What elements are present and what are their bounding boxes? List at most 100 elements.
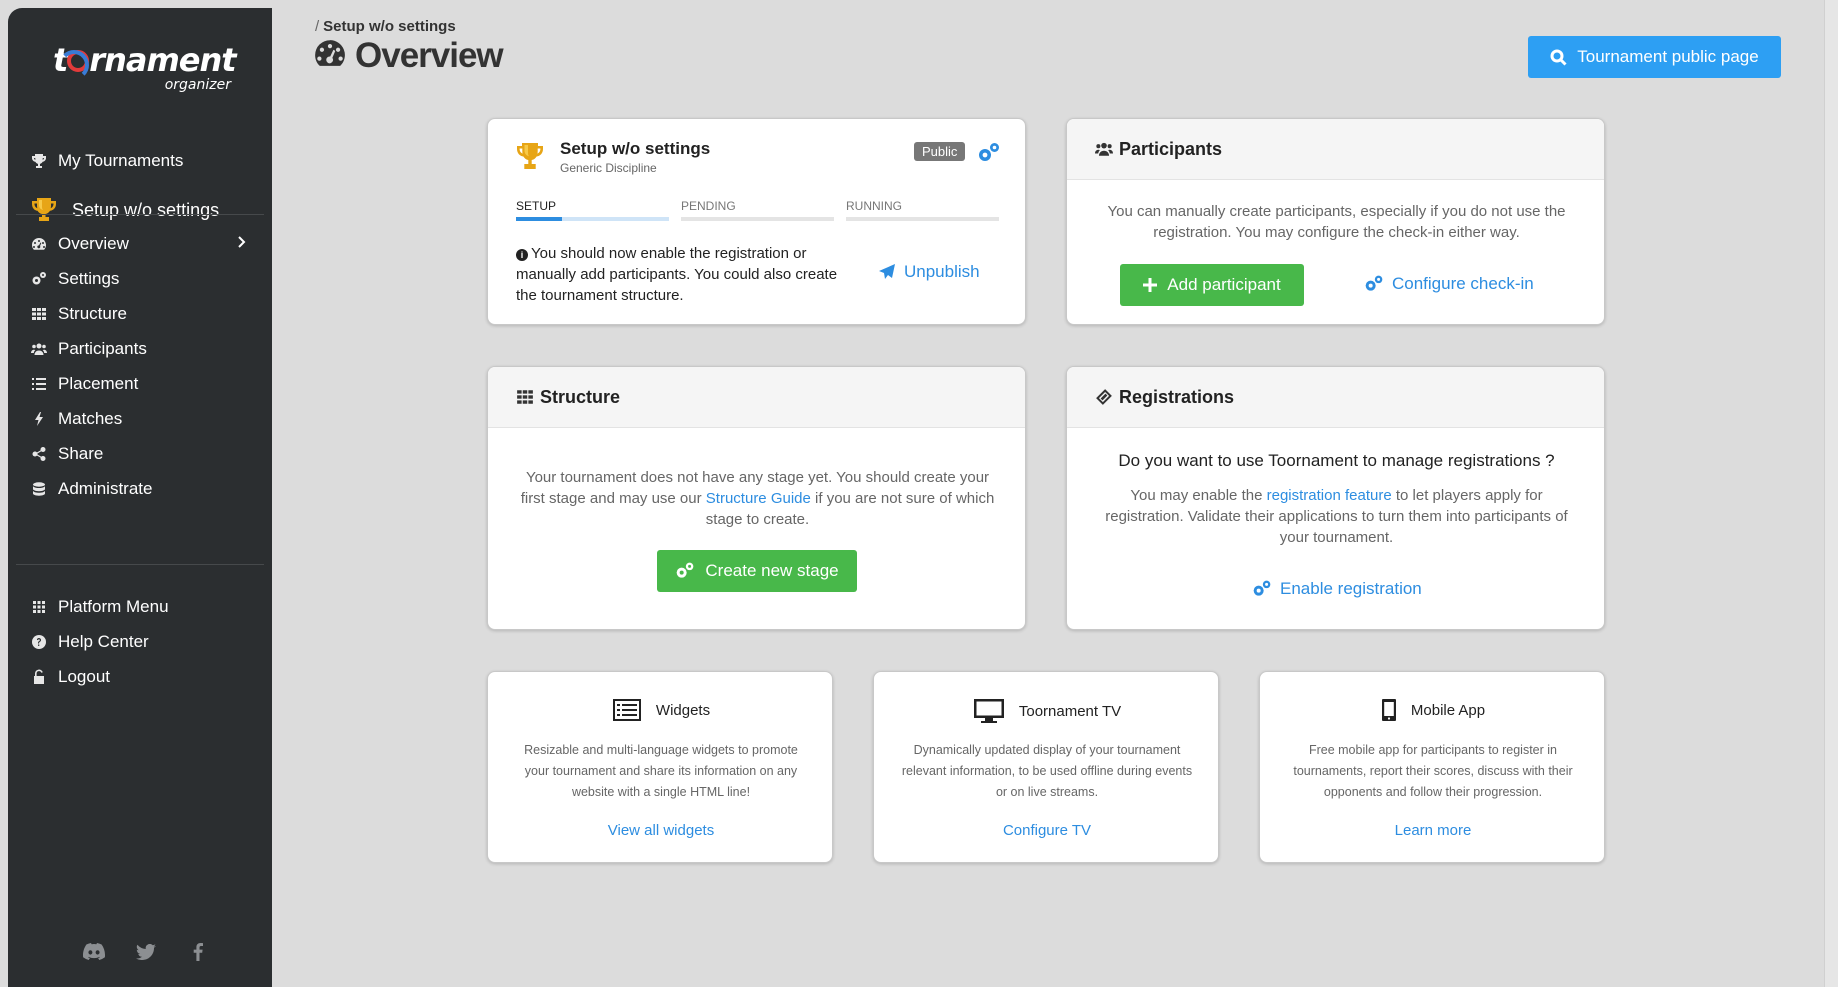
nav-tournament: Overview Settings Structure Participants… [8, 226, 272, 506]
sidebar-item-logout[interactable]: Logout [8, 659, 272, 694]
sidebar-item-platform-menu[interactable]: Platform Menu [8, 589, 272, 624]
sidebar-item-label: Participants [58, 338, 147, 358]
setup-message: i You should now enable the registration … [516, 245, 838, 304]
registrations-card: Registrations Do you want to use Toornam… [1066, 366, 1605, 630]
mobile-phone-icon [1381, 699, 1396, 721]
learn-more-link[interactable]: Learn more [1260, 822, 1604, 839]
breadcrumb: / Setup w/o settings [315, 18, 456, 35]
bolt-icon [30, 410, 48, 428]
sidebar-item-settings[interactable]: Settings [8, 261, 272, 296]
unpublish-button[interactable]: Unpublish [878, 262, 980, 282]
plus-icon [1143, 278, 1158, 292]
toornament-tv-card: Toornament TV Dynamically updated displa… [873, 671, 1219, 863]
database-icon [30, 480, 48, 498]
step-running: RUNNING [846, 199, 999, 221]
tournament-public-page-button[interactable]: Tournament public page [1528, 36, 1781, 78]
gears-icon [1253, 580, 1271, 596]
facebook-icon[interactable] [186, 940, 210, 964]
breadcrumb-item[interactable]: Setup w/o settings [323, 18, 456, 35]
discord-icon[interactable] [82, 940, 106, 964]
sidebar-item-label: Administrate [58, 478, 153, 498]
tournament-discipline: Generic Discipline [560, 161, 657, 175]
sidebar-divider [16, 214, 264, 215]
structure-description: Your tournament does not have any stage … [520, 469, 995, 528]
sidebar-item-structure[interactable]: Structure [8, 296, 272, 331]
step-pending: PENDING [681, 199, 834, 221]
sidebar-item-overview[interactable]: Overview [8, 226, 272, 261]
widgets-title: Widgets [655, 701, 711, 719]
sidebar-item-label: Structure [58, 303, 127, 323]
step-progress-bar [681, 217, 834, 221]
breadcrumb-separator: / [315, 18, 320, 35]
logo-wordmark: t rnament [53, 41, 237, 80]
sidebar-divider [16, 564, 264, 565]
page-scrollbar[interactable] [1824, 0, 1838, 987]
sidebar-item-label: Share [58, 443, 104, 463]
share-icon [30, 445, 48, 463]
registrations-description: You may enable the registration feature … [1105, 487, 1568, 546]
apps-icon [30, 598, 48, 616]
mobile-app-card: Mobile App Free mobile app for participa… [1259, 671, 1605, 863]
mobile-app-description: Free mobile app for participants to regi… [1293, 743, 1573, 799]
sidebar-item-label: My Tournaments [58, 150, 184, 170]
sidebar: t rnament organizer My Tournaments Setup … [8, 8, 272, 987]
enable-registration-button[interactable]: Enable registration [1252, 579, 1422, 599]
monitor-icon [973, 699, 1004, 723]
unlock-icon [30, 668, 48, 686]
sidebar-item-placement[interactable]: Placement [8, 366, 272, 401]
structure-card: Structure Your tournament does not have … [487, 366, 1026, 630]
list-alt-icon [612, 699, 641, 721]
dashboard-icon [30, 235, 48, 253]
registration-feature-link[interactable]: registration feature [1267, 487, 1392, 504]
grid-icon [516, 388, 534, 406]
add-participant-button[interactable]: Add participant [1120, 264, 1304, 306]
configure-tv-link[interactable]: Configure TV [874, 822, 1218, 839]
status-stepper: SETUP PENDING RUNNING [516, 199, 999, 221]
view-all-widgets-link[interactable]: View all widgets [488, 822, 832, 839]
mobile-app-title: Mobile App [1410, 701, 1486, 719]
sidebar-item-participants[interactable]: Participants [8, 331, 272, 366]
sidebar-item-label: Platform Menu [58, 596, 169, 616]
gears-icon [677, 562, 694, 578]
configure-checkin-button[interactable]: Configure check-in [1364, 274, 1534, 294]
tournament-name: Setup w/o settings [560, 139, 711, 158]
page-title: Overview [313, 36, 504, 76]
social-links [82, 940, 210, 964]
gold-trophy-icon [30, 196, 58, 224]
card-header: Participants [1067, 119, 1604, 180]
sidebar-item-matches[interactable]: Matches [8, 401, 272, 436]
registrations-question: Do you want to use Toornament to manage … [1118, 451, 1555, 470]
gears-icon [30, 270, 48, 288]
card-header: Structure [488, 367, 1025, 428]
sidebar-item-label: Overview [58, 233, 129, 253]
gold-trophy-icon [516, 141, 544, 173]
sidebar-item-administrate[interactable]: Administrate [8, 471, 272, 506]
logo-subtitle: organizer [164, 77, 231, 93]
page-title-text: Overview [355, 36, 504, 75]
step-setup: SETUP [516, 199, 669, 221]
widgets-description: Resizable and multi-language widgets to … [524, 743, 798, 799]
dashboard-icon [313, 37, 347, 75]
trophy-icon [30, 152, 48, 170]
sidebar-item-label: Logout [58, 666, 110, 686]
widgets-card: Widgets Resizable and multi-language wid… [487, 671, 833, 863]
structure-guide-link[interactable]: Structure Guide [706, 490, 811, 507]
chevron-right-icon [234, 234, 252, 252]
sidebar-item-help-center[interactable]: Help Center [8, 624, 272, 659]
status-badge: Public [914, 142, 966, 161]
twitter-icon[interactable] [134, 940, 158, 964]
sidebar-item-label: Settings [58, 268, 120, 288]
create-new-stage-button[interactable]: Create new stage [657, 550, 857, 592]
gears-icon [1365, 275, 1383, 291]
users-icon [1095, 140, 1113, 158]
tournament-status-card: Setup w/o settings Generic Discipline Pu… [487, 118, 1026, 325]
info-icon: i [516, 249, 528, 261]
logo[interactable]: t rnament organizer [53, 41, 243, 96]
gears-icon[interactable] [977, 141, 1001, 165]
sidebar-item-label: Setup w/o settings [72, 199, 220, 220]
sidebar-item-share[interactable]: Share [8, 436, 272, 471]
participants-description: You can manually create participants, es… [1107, 203, 1566, 241]
step-progress-bar [846, 217, 999, 221]
toornament-tv-description: Dynamically updated display of your tour… [901, 743, 1193, 799]
sidebar-item-my-tournaments[interactable]: My Tournaments [8, 143, 272, 178]
